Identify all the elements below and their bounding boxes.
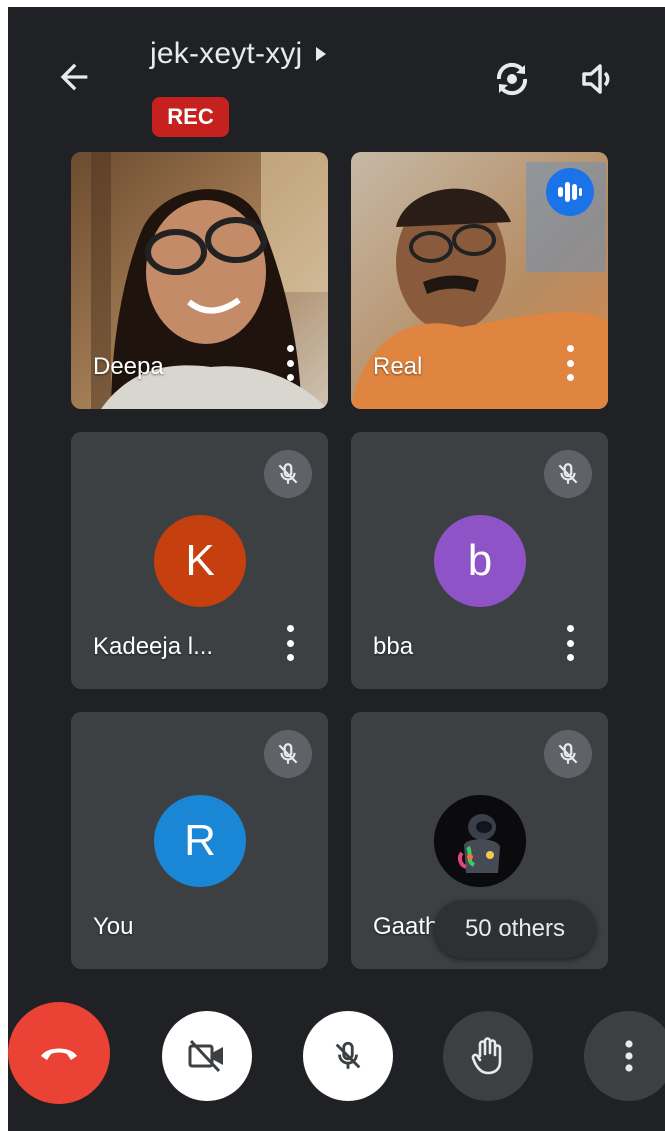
dot bbox=[286, 639, 294, 647]
participant-tile-bba[interactable]: b bba bbox=[351, 432, 608, 689]
arrow-back-icon bbox=[60, 63, 88, 91]
switch-camera-icon bbox=[496, 62, 528, 96]
participant-name: You bbox=[93, 913, 134, 940]
mic-off-icon bbox=[558, 463, 578, 484]
camera-off-icon bbox=[188, 1039, 223, 1073]
participant-tile-kadeeja[interactable]: K Kadeeja l... bbox=[71, 432, 328, 689]
meeting-code: jek-xeyt-xyj bbox=[150, 37, 303, 70]
participant-name: Kadeeja l... bbox=[93, 633, 214, 660]
meet-screen: jek-xeyt-xyj REC Deepa Real K Kadeeja l.… bbox=[8, 7, 665, 1131]
participant-name: Real bbox=[373, 353, 423, 380]
dot bbox=[566, 625, 574, 632]
participant-tile-you[interactable]: R You bbox=[71, 712, 328, 969]
participant-name: Deepa bbox=[93, 353, 164, 380]
dot bbox=[566, 374, 574, 381]
end-call-icon bbox=[41, 1048, 77, 1060]
dot bbox=[566, 359, 574, 367]
participant-name: bba bbox=[373, 633, 414, 660]
others-count-label: 50 others bbox=[464, 915, 566, 942]
play-arrow-icon bbox=[316, 47, 327, 61]
avatar-initial: K bbox=[185, 536, 215, 585]
switch-camera-button[interactable] bbox=[490, 57, 534, 101]
avatar-initial: b bbox=[467, 536, 493, 585]
avatar: K bbox=[154, 515, 246, 607]
mic-off-icon bbox=[278, 743, 298, 764]
dot bbox=[286, 654, 294, 661]
astronaut-avatar-image bbox=[434, 795, 526, 887]
dot bbox=[566, 345, 574, 352]
speaker-icon bbox=[582, 64, 610, 94]
raise-hand-button[interactable] bbox=[443, 1011, 533, 1101]
audio-level-icon bbox=[558, 182, 582, 202]
dot bbox=[286, 345, 294, 352]
dot bbox=[566, 654, 574, 661]
muted-indicator bbox=[264, 450, 312, 498]
end-call-button[interactable] bbox=[8, 1002, 110, 1104]
more-options-button[interactable] bbox=[284, 625, 296, 661]
dot bbox=[566, 639, 574, 647]
back-button[interactable] bbox=[54, 57, 94, 97]
mic-off-icon bbox=[558, 743, 578, 764]
more-options-button[interactable] bbox=[584, 1011, 665, 1101]
avatar bbox=[434, 795, 526, 887]
recording-badge: REC bbox=[152, 97, 229, 137]
avatar-initial: R bbox=[184, 816, 216, 865]
muted-indicator bbox=[544, 730, 592, 778]
participant-tile-real[interactable]: Real bbox=[351, 152, 608, 409]
meeting-info-button[interactable]: jek-xeyt-xyj bbox=[150, 37, 328, 71]
audio-output-button[interactable] bbox=[578, 59, 622, 103]
avatar: b bbox=[434, 515, 526, 607]
dot bbox=[286, 625, 294, 632]
dot bbox=[286, 359, 294, 367]
dot bbox=[286, 374, 294, 381]
top-bar: jek-xeyt-xyj REC bbox=[8, 7, 665, 147]
rec-label: REC bbox=[167, 104, 214, 129]
raise-hand-icon bbox=[471, 1037, 502, 1075]
more-options-button[interactable] bbox=[564, 625, 576, 661]
muted-indicator bbox=[264, 730, 312, 778]
more-vert-icon bbox=[625, 1040, 633, 1072]
more-options-button[interactable] bbox=[564, 345, 576, 381]
mic-off-icon bbox=[278, 463, 298, 484]
more-options-button[interactable] bbox=[284, 345, 296, 381]
avatar: R bbox=[154, 795, 246, 887]
speaking-indicator bbox=[546, 168, 594, 216]
participant-name: Gaath bbox=[373, 913, 439, 940]
muted-indicator bbox=[544, 450, 592, 498]
camera-toggle-button[interactable] bbox=[162, 1011, 252, 1101]
mic-off-icon bbox=[335, 1041, 361, 1069]
mic-toggle-button[interactable] bbox=[303, 1011, 393, 1101]
participant-tile-deepa[interactable]: Deepa bbox=[71, 152, 328, 409]
others-participants-button[interactable]: 50 others bbox=[434, 900, 596, 958]
